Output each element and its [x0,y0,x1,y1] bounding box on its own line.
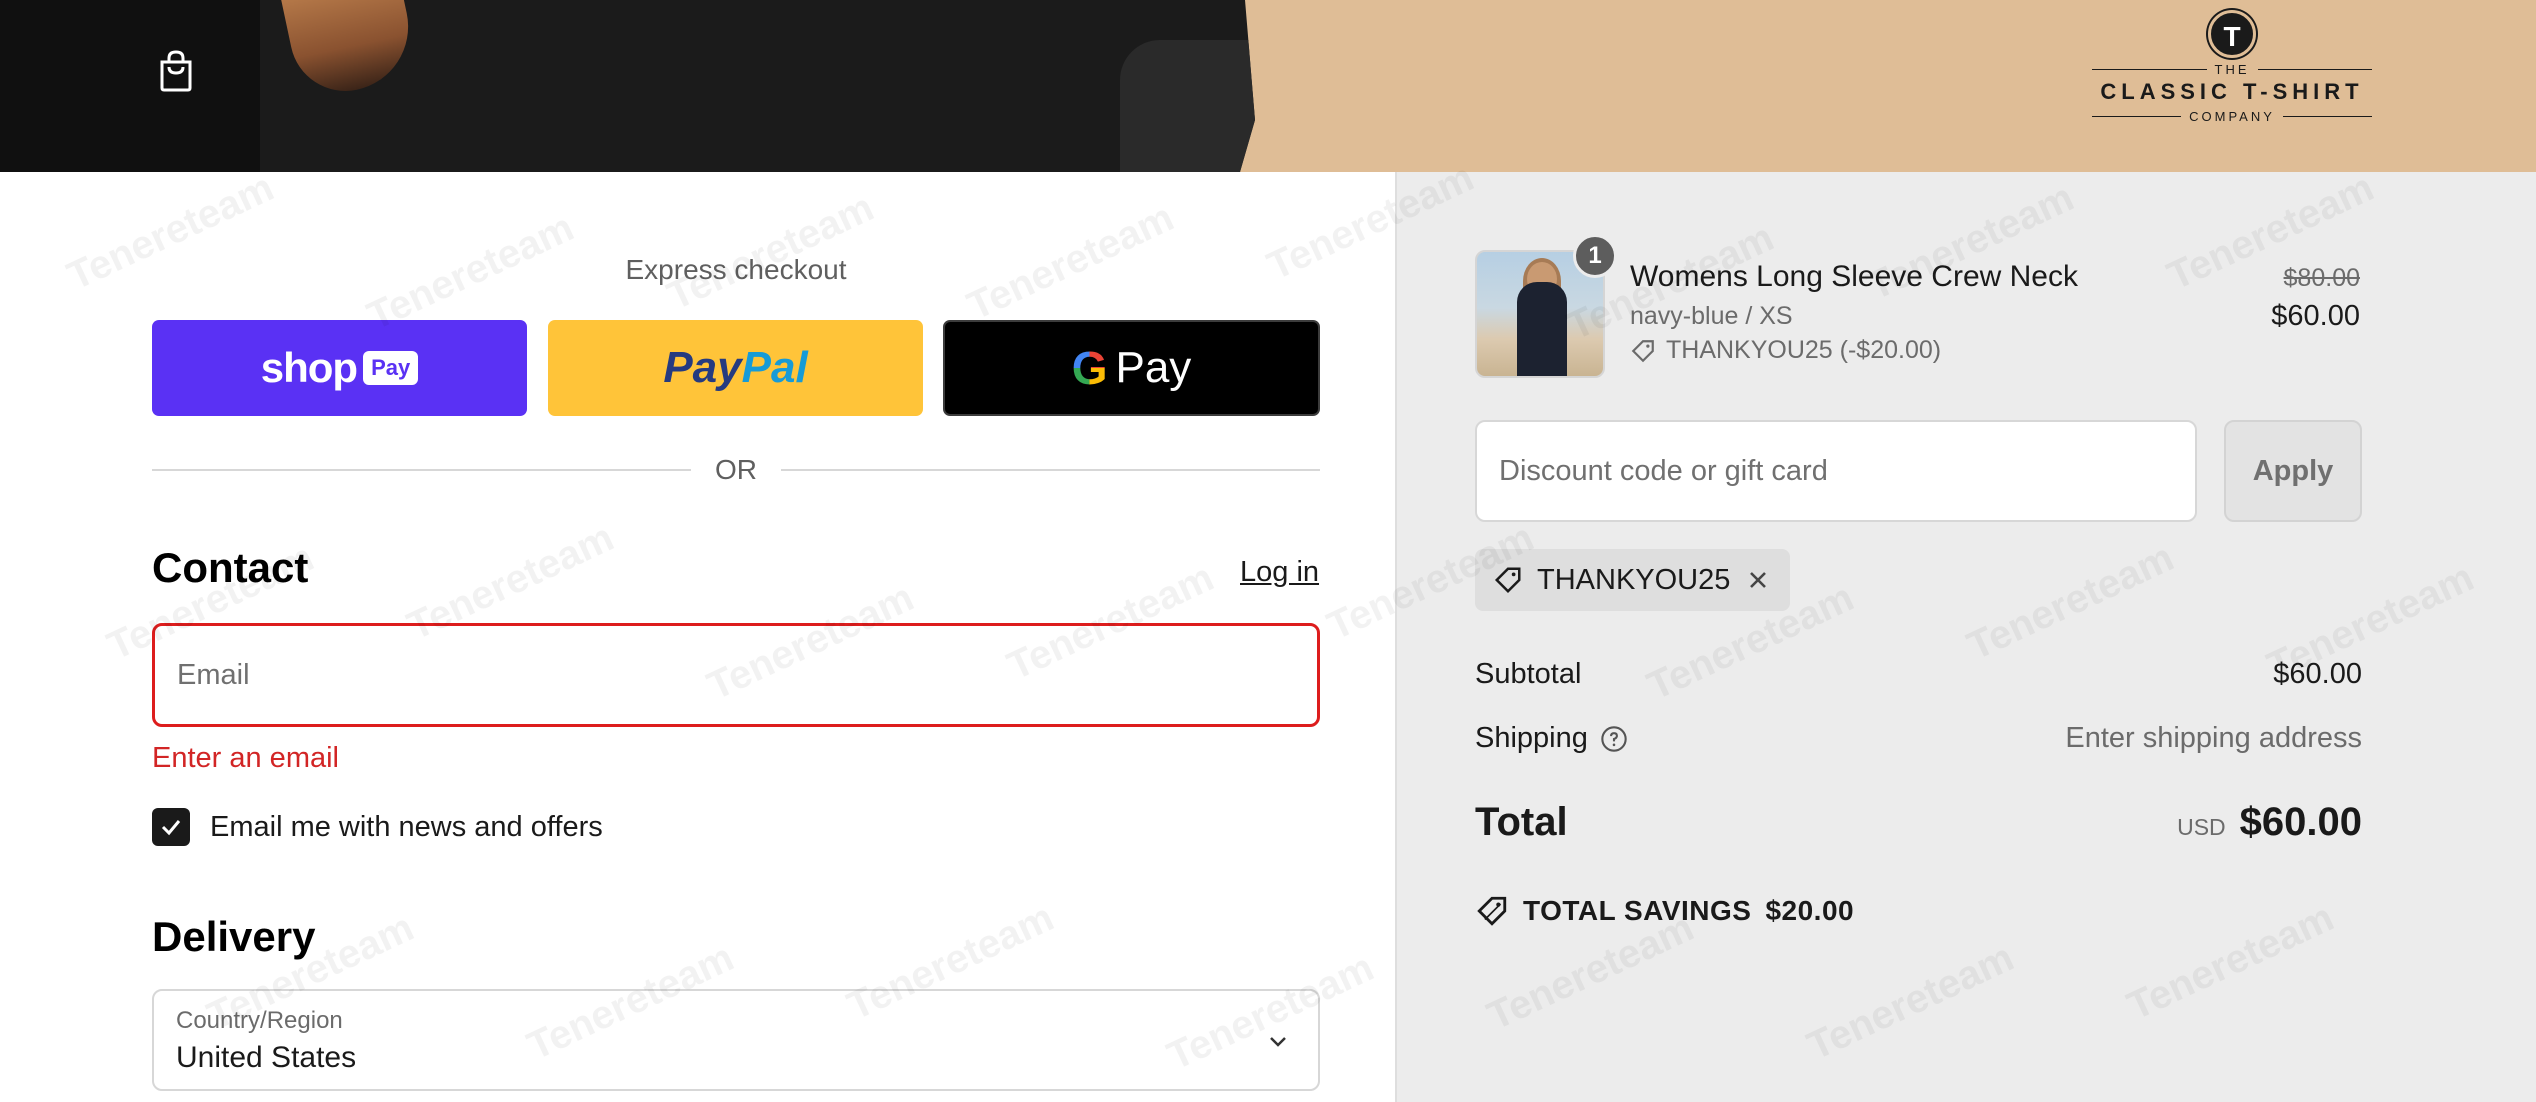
delivery-heading: Delivery [152,913,316,960]
google-pay-word: Pay [1115,343,1192,392]
subtotal-row: Subtotal $60.00 [1475,658,2362,691]
email-error-message: Enter an email [152,742,339,774]
hair-shape [279,0,421,102]
product-title: Womens Long Sleeve Crew Neck [1630,260,2078,293]
quantity-badge: 1 [1573,234,1617,278]
product-discount: THANKYOU25 (-$20.00) [1630,336,1941,365]
tag-icon [1494,567,1521,594]
newsletter-checkbox[interactable] [152,808,190,846]
product-variant: navy-blue / XS [1630,302,1793,330]
checkmark-icon [161,820,181,836]
help-circle-icon[interactable] [1600,725,1628,753]
discount-field[interactable] [1475,420,2197,522]
brand-top-text: THE [2214,62,2250,77]
newsletter-option[interactable]: Email me with news and offers [152,808,603,846]
country-value: United States [176,1041,357,1074]
total-row: Total USD $60.00 [1475,800,2362,845]
google-pay-button[interactable]: G Pay [943,320,1320,416]
tag-icon [1631,339,1654,362]
original-price: $80.00 [2283,264,2360,292]
newsletter-label: Email me with news and offers [210,810,603,843]
shop-pay-chip: Pay [363,351,419,385]
applied-discount-chip: THANKYOU25 [1475,549,1791,611]
order-summary: 1 Womens Long Sleeve Crew Neck navy-blue… [1395,172,2536,1102]
shipping-label: Shipping [1475,722,1588,754]
discount-input[interactable] [1477,422,2195,520]
email-input[interactable] [155,626,1317,724]
apply-button[interactable]: Apply [2224,420,2362,522]
remove-discount-icon[interactable] [1744,566,1772,594]
shipping-value: Enter shipping address [2065,722,2362,754]
product-discount-text: THANKYOU25 (-$20.00) [1666,336,1942,364]
or-label: OR [715,454,757,485]
hero-photo [0,0,1255,172]
brand-main-text: CLASSIC T-SHIRT [2100,79,2364,104]
total-savings: TOTAL SAVINGS $20.00 [1475,894,1854,928]
total-value: $60.00 [2239,800,2362,844]
chevron-down-icon [1270,1037,1286,1047]
log-in-link[interactable]: Log in [1240,556,1319,589]
subtotal-value: $60.00 [2273,658,2362,690]
savings-label: TOTAL SAVINGS [1523,895,1752,926]
sale-price: $60.00 [2271,300,2360,332]
email-field[interactable] [152,623,1320,727]
country-label: Country/Region [176,1007,343,1034]
paypal-word-a: Pay [663,343,742,392]
brand-badge: T [2208,10,2256,58]
shopping-bag-icon[interactable] [158,50,194,92]
or-divider: OR [152,454,1320,486]
shirt-shape [0,0,260,172]
total-currency: USD [2177,814,2226,840]
paypal-button[interactable]: Pay Pal [548,320,923,416]
header-banner: T THE CLASSIC T-SHIRT COMPANY [0,0,2536,172]
applied-code-text: THANKYOU25 [1537,563,1731,596]
savings-tag-icon [1477,896,1507,926]
contact-heading: Contact [152,544,309,591]
savings-value: $20.00 [1765,895,1855,926]
brand-logo[interactable]: T THE CLASSIC T-SHIRT COMPANY [2092,10,2373,135]
shipping-row: Shipping Enter shipping address [1475,722,2362,755]
shop-pay-word: shop [260,344,358,391]
shop-pay-button[interactable]: shop Pay [152,320,527,416]
subtotal-label: Subtotal [1475,658,1582,690]
shirt-fold-shape [1120,40,1255,172]
express-checkout-title: Express checkout [625,254,847,285]
total-label: Total [1475,800,1568,844]
paypal-word-b: Pal [741,343,808,392]
google-g-icon: G [1071,342,1108,394]
country-select[interactable]: Country/Region United States [152,989,1320,1091]
checkout-form: Express checkout shop Pay Pay Pal G Pay O… [0,172,1395,1102]
brand-bottom-text: COMPANY [2189,109,2275,124]
